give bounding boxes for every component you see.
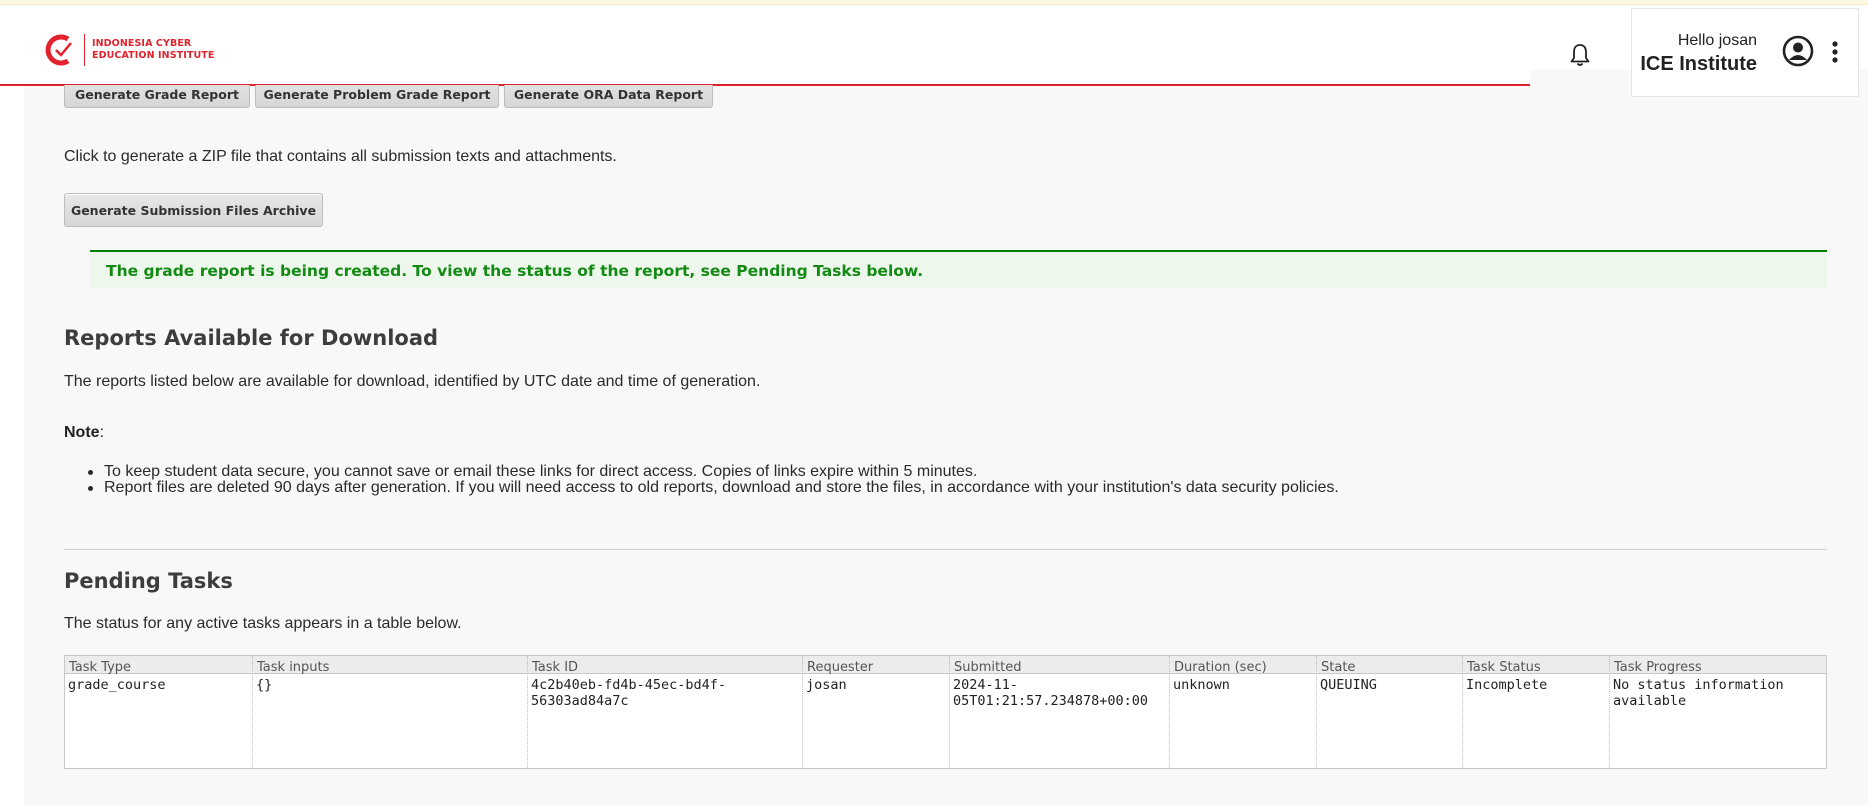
column-header[interactable]: Requester [807,660,873,675]
column-state: State QUEUING [1316,656,1462,768]
column-header[interactable]: Task Status [1467,660,1541,675]
cell-task-id-line1: 4c2b40eb-fd4b-45ec-bd4f- [531,677,727,693]
column-requester: Requester josan [802,656,949,768]
column-task-status: Task Status Incomplete [1462,656,1609,768]
reports-title: Reports Available for Download [64,326,439,350]
column-duration: Duration (sec) unknown [1169,656,1316,768]
column-header[interactable]: Task Progress [1614,660,1702,675]
column-header[interactable]: State [1321,660,1355,675]
cell-state: QUEUING [1320,677,1377,693]
note-label-text: Note [64,424,100,441]
pending-tasks-table: Task Type grade_course Task inputs {} Ta… [64,655,1827,769]
more-options-icon[interactable] [1832,41,1838,63]
note-list: To keep student data secure, you cannot … [88,464,1339,496]
cell-task-type: grade_course [68,677,166,693]
cell-submitted-line1: 2024-11- [953,677,1019,693]
generate-grade-report-button[interactable]: Generate Grade Report [64,72,250,108]
cell-task-progress-line2: available [1613,693,1687,709]
status-message: The grade report is being created. To vi… [90,250,1827,288]
logo-text-line2: EDUCATION INSTITUTE [92,50,215,61]
column-header[interactable]: Duration (sec) [1174,660,1267,675]
user-greeting: Hello josan [1677,32,1757,49]
cell-requester: josan [806,677,847,693]
user-avatar-icon[interactable] [1782,35,1814,67]
logo-overlay[interactable]: INDONESIA CYBER EDUCATION INSTITUTE [42,28,222,72]
cell-task-inputs: {} [256,677,273,693]
column-task-type: Task Type grade_course [65,656,252,768]
note-label: Note: [64,424,104,442]
reports-description: The reports listed below are available f… [64,373,761,390]
logo-divider [84,34,85,66]
pending-tasks-title: Pending Tasks [64,569,233,593]
cell-task-progress: No status information available [1613,677,1784,709]
column-header[interactable]: Task ID [532,660,578,675]
cell-duration: unknown [1173,677,1230,693]
cell-task-id-line2: 56303ad84a7c [531,693,629,709]
submission-description: Click to generate a ZIP file that contai… [64,148,617,165]
cell-submitted-line2: 05T01:21:57.234878+00:00 [953,693,1149,709]
column-submitted: Submitted 2024-11- 05T01:21:57.234878+00… [949,656,1169,768]
section-divider [64,549,1827,550]
note-label-suffix: : [99,424,105,441]
cell-submitted: 2024-11- 05T01:21:57.234878+00:00 [953,677,1148,709]
user-menu[interactable]: Hello josan ICE Institute [1631,8,1859,97]
column-header[interactable]: Submitted [954,660,1021,675]
logo-text-line1: INDONESIA CYBER [92,38,192,49]
generate-ora-data-report-button[interactable]: Generate ORA Data Report [504,72,713,108]
status-message-text: The grade report is being created. To vi… [106,262,924,280]
logo-text: INDONESIA CYBER EDUCATION INSTITUTE [92,38,214,62]
note-item: Report files are deleted 90 days after g… [88,479,1339,496]
note-item: To keep student data secure, you cannot … [88,464,1339,480]
pending-tasks-description: The status for any active tasks appears … [64,615,462,632]
column-task-progress: Task Progress No status information avai… [1609,656,1826,768]
column-header[interactable]: Task Type [69,660,131,675]
generate-submission-archive-button[interactable]: Generate Submission Files Archive [64,193,323,227]
generate-problem-grade-report-button[interactable]: Generate Problem Grade Report [255,72,499,108]
ice-logo-icon [45,34,72,66]
column-header[interactable]: Task inputs [257,660,329,675]
organization-name: ICE Institute [1640,53,1757,75]
column-task-inputs: Task inputs {} [252,656,527,768]
notification-bell-icon[interactable] [1568,42,1592,68]
cell-task-id: 4c2b40eb-fd4b-45ec-bd4f- 56303ad84a7c [531,677,726,709]
column-task-id: Task ID 4c2b40eb-fd4b-45ec-bd4f- 56303ad… [527,656,802,768]
cell-task-status: Incomplete [1466,677,1548,693]
cell-task-progress-line1: No status information [1613,677,1784,693]
